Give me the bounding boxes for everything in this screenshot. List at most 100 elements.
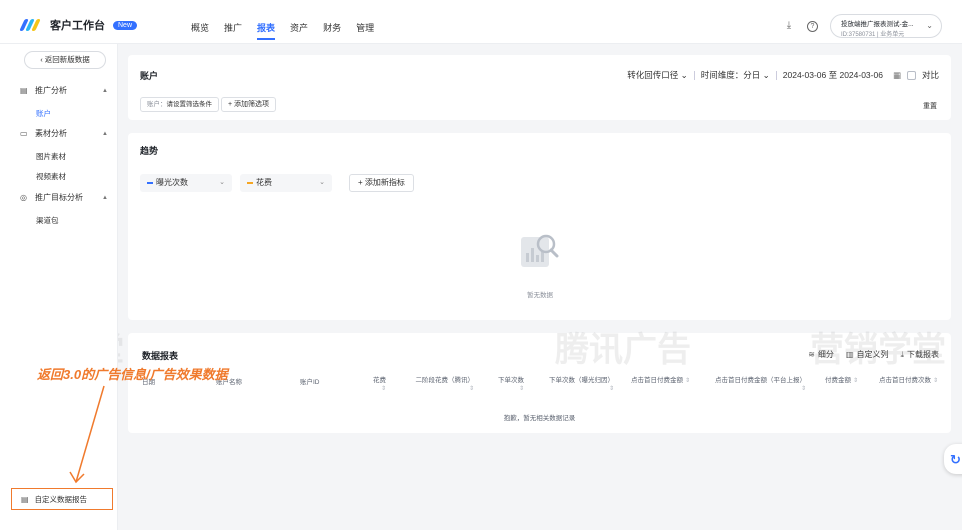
chevron-down-icon: ⌄	[680, 70, 688, 80]
table-card-title: 数据报表	[142, 351, 179, 361]
image-icon: ▭	[20, 129, 28, 138]
back-button-label: 返回新版数据	[44, 55, 90, 64]
sidebar-group-label: 推广目标分析	[35, 193, 83, 202]
nav-finance[interactable]: 财务	[323, 21, 341, 34]
data-report-card: 数据报表 ≋ 细分 ▥ 自定义列 ⤓ 下载报表 日期 账户名称 账户ID 花费⇕ 二阶…	[128, 333, 951, 433]
divider	[775, 70, 777, 80]
metric-select-impressions[interactable]: 曝光次数 ⌄	[140, 174, 232, 192]
metric-label: 曝光次数	[156, 178, 188, 187]
sidebar-item-image-material[interactable]: 图片素材	[36, 151, 66, 162]
account-id: ID:37580731	[841, 32, 876, 38]
table-empty-text: 抱歉，暂无相关数据记录	[503, 415, 576, 422]
sort-icon: ⇕	[468, 386, 474, 392]
sidebar-group-promotion-analysis[interactable]: ▤ 推广分析 ▲	[20, 85, 108, 96]
report-icon: ▤	[21, 494, 29, 504]
download-icon: ⤓	[900, 350, 904, 359]
series-color-orange	[247, 182, 253, 184]
account-filter-chip[interactable]: 账户：请设置筛选条件	[140, 97, 219, 112]
column-header-stage2-cost[interactable]: 二阶段花费（腾讯） ⇕	[410, 377, 475, 393]
column-label: 下单次数（曝光归因）	[549, 377, 614, 384]
metric-label: 花费	[256, 178, 272, 187]
app-title: 客户工作台	[50, 20, 105, 32]
download-icon[interactable]: ⤓	[783, 20, 795, 32]
column-header-first-day-pay-amount[interactable]: 点击首日付费金额 ⇕	[628, 377, 690, 385]
chevron-up-icon: ▲	[102, 194, 108, 201]
app-logo[interactable]: 客户工作台 New	[19, 17, 138, 33]
nav-overview[interactable]: 概览	[191, 21, 209, 34]
sort-icon: ⇕	[800, 386, 806, 392]
trend-empty-text: 暂无数据	[527, 292, 553, 299]
sidebar-item-video-material[interactable]: 视频素材	[36, 171, 66, 182]
sidebar-group-material-analysis[interactable]: ▭ 素材分析 ▲	[20, 128, 108, 139]
custom-columns-button[interactable]: ▥ 自定义列	[846, 349, 889, 360]
column-header-cost[interactable]: 花费 ⇕	[366, 377, 386, 393]
column-header-account-id: 账户ID	[300, 379, 320, 386]
column-label: 花费	[373, 377, 386, 384]
chevron-up-icon: ▲	[102, 87, 108, 94]
floating-support-button[interactable]: ↻	[944, 444, 962, 474]
time-dimension-select[interactable]: 时间维度：分日 ⌄	[701, 69, 770, 81]
chevron-down-icon: ⌄	[219, 179, 225, 186]
support-icon: ↻	[950, 452, 961, 467]
nav-reports[interactable]: 报表	[257, 21, 276, 40]
custom-report-label: 自定义数据报告	[34, 494, 88, 504]
sidebar-item-account[interactable]: 账户	[36, 108, 51, 119]
annotation-text: 返回3.0的广告信息/广告效果数据	[37, 367, 228, 382]
sort-icon: ⇕	[608, 386, 614, 392]
trend-card-title: 趋势	[140, 146, 159, 156]
column-header-pay-amount[interactable]: 付费金额 ⇕	[822, 377, 858, 385]
sort-icon: ⇕	[684, 378, 690, 384]
empty-data-icon	[521, 234, 559, 267]
add-filter-button[interactable]: + 添加筛选项	[221, 97, 277, 112]
nav-manage[interactable]: 管理	[356, 21, 374, 34]
chevron-down-icon: ⌄	[319, 179, 325, 186]
breakdown-label: 细分	[817, 350, 834, 359]
calendar-icon[interactable]: ▦	[893, 70, 901, 81]
new-badge: New	[113, 20, 138, 30]
add-metric-button[interactable]: + 添加新指标	[349, 174, 414, 192]
column-label: 点击首日付费金额（平台上报）	[715, 377, 806, 384]
back-to-new-data-button[interactable]: ‹ 返回新版数据	[24, 51, 106, 69]
sort-icon: ⇕	[518, 386, 524, 392]
metric-select-cost[interactable]: 花费 ⌄	[240, 174, 332, 192]
column-label: 二阶段花费（腾讯）	[415, 377, 475, 384]
breakdown-button[interactable]: ≋ 细分	[808, 349, 834, 360]
column-label: 点击首日付费次数	[878, 377, 931, 384]
series-color-blue	[147, 182, 153, 184]
layers-icon: ≋	[808, 350, 815, 359]
time-dim-label: 时间维度：	[700, 70, 744, 80]
column-header-first-day-pay-amount-reported[interactable]: 点击首日付费金额（平台上报） ⇕	[708, 377, 806, 393]
date-range-picker[interactable]: 2024-03-06 至 2024-03-06	[783, 69, 883, 81]
column-header-first-day-pay-count[interactable]: 点击首日付费次数 ⇕	[872, 377, 938, 385]
chevron-down-icon: ⌄	[762, 70, 770, 80]
reset-button[interactable]: 重置	[923, 101, 937, 111]
filter-card-title: 账户	[140, 71, 159, 81]
column-label: 点击首日付费金额	[630, 377, 683, 384]
column-header-orders[interactable]: 下单次数 ⇕	[492, 377, 524, 393]
globe-icon: ◎	[20, 193, 27, 202]
download-label: 下载报表	[907, 350, 939, 359]
sort-icon: ⇕	[380, 386, 386, 392]
download-report-button[interactable]: ⤓ 下载报表	[900, 349, 939, 360]
divider	[693, 70, 695, 80]
sidebar-group-label: 素材分析	[35, 129, 67, 138]
conversion-caliber-select[interactable]: 转化回传口径 ⌄	[627, 69, 688, 81]
account-switcher[interactable]: 投放端推广报表测试-金... ID:37580731 | 业务单元 ⌄	[830, 14, 942, 38]
nav-assets[interactable]: 资产	[290, 21, 308, 34]
nav-promotion[interactable]: 推广	[224, 21, 242, 34]
column-header-orders-exposure[interactable]: 下单次数（曝光归因） ⇕	[544, 377, 614, 393]
sidebar-item-channel-package[interactable]: 渠道包	[36, 215, 59, 226]
sort-icon: ⇕	[852, 378, 858, 384]
top-bar: 客户工作台 New 概览 推广 报表 资产 财务 管理 ⤓ ? 投放端推广报表测…	[0, 0, 962, 44]
columns-icon: ▥	[845, 350, 854, 359]
custom-columns-label: 自定义列	[856, 350, 889, 359]
time-dim-value: 分日	[743, 70, 761, 80]
help-icon[interactable]: ?	[807, 20, 818, 32]
account-id-line: ID:37580731 | 业务单元	[841, 29, 931, 38]
chart-icon: ▤	[20, 86, 28, 95]
compare-checkbox[interactable]	[906, 70, 916, 80]
brand-logo-icon	[19, 19, 42, 31]
chevron-up-icon: ▲	[102, 130, 108, 137]
sidebar-group-target-analysis[interactable]: ◎ 推广目标分析 ▲	[20, 192, 108, 203]
table-header-row: 日期 账户名称 账户ID 花费⇕ 二阶段花费（腾讯）⇕ 下单次数⇕ 下单次数（曝…	[128, 377, 951, 399]
